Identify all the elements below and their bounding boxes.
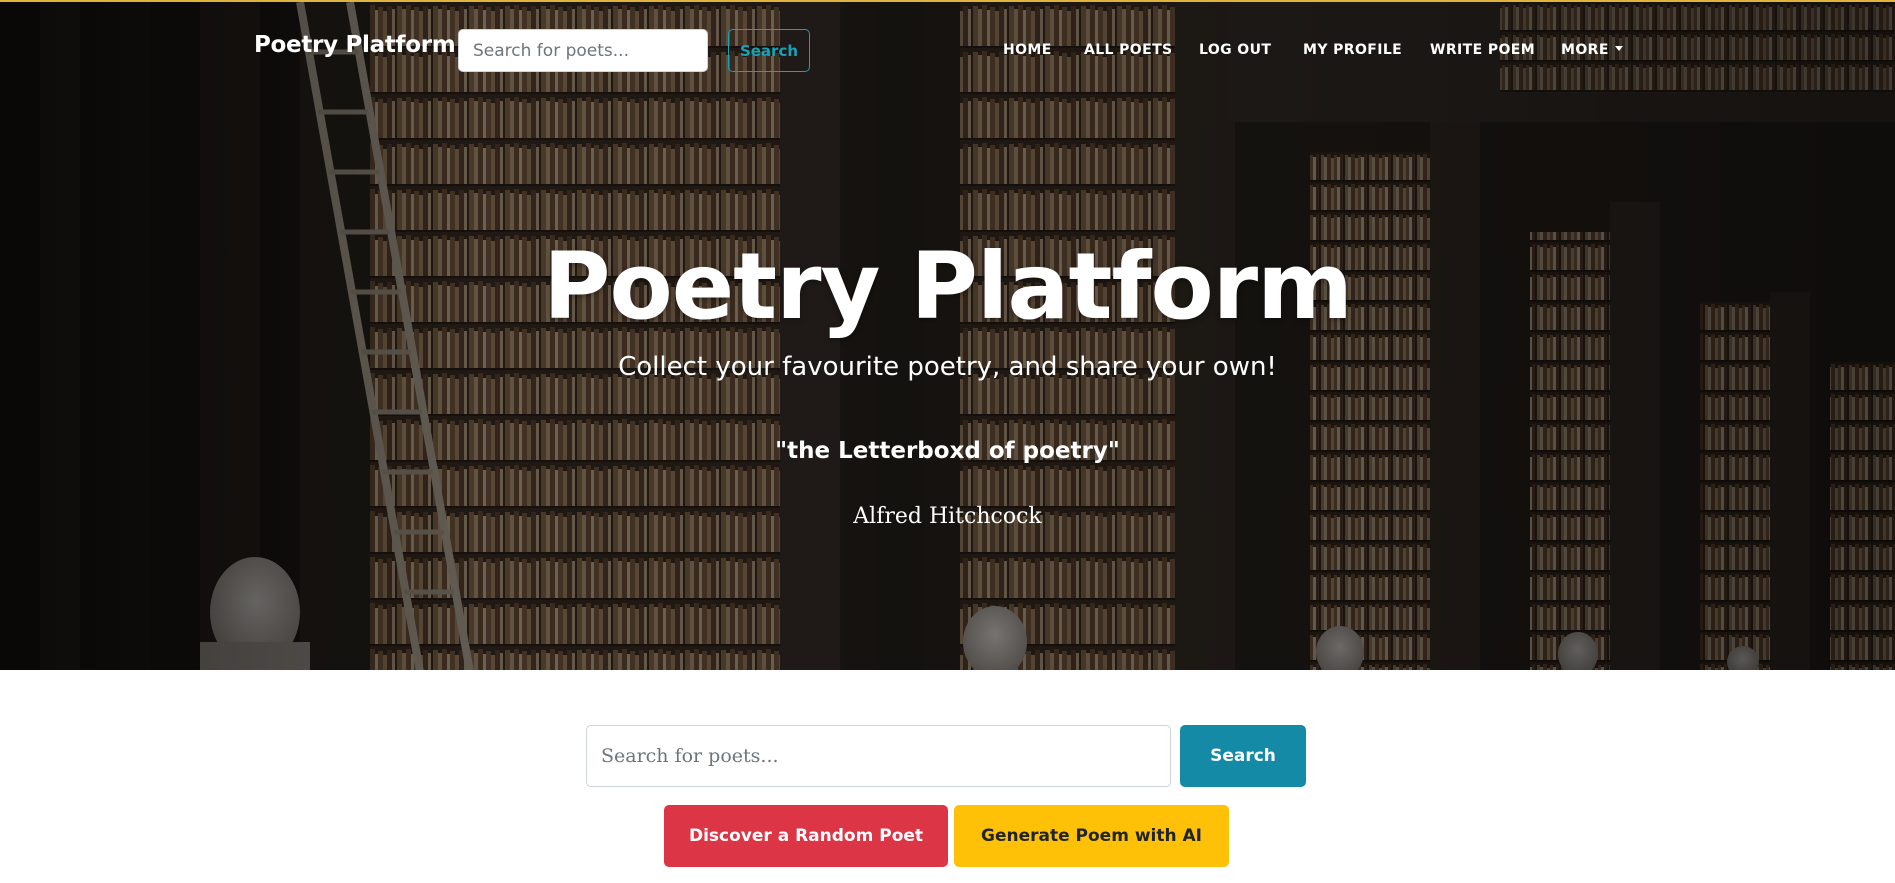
- generate-poem-ai-button[interactable]: Generate Poem with AI: [954, 805, 1229, 867]
- navbar-links: HOME ALL POETS LOG OUT MY PROFILE WRITE …: [0, 42, 1895, 62]
- main-search-input[interactable]: [586, 725, 1171, 787]
- page: Poetry Platform Search HOME ALL POETS LO…: [0, 0, 1895, 883]
- nav-link-home[interactable]: HOME: [1003, 42, 1052, 58]
- nav-link-my-profile[interactable]: MY PROFILE: [1303, 42, 1402, 58]
- main-search-button[interactable]: Search: [1180, 725, 1306, 787]
- nav-dropdown-more[interactable]: MORE: [1561, 42, 1623, 58]
- nav-link-write-poem[interactable]: WRITE POEM: [1430, 42, 1535, 58]
- caret-down-icon: [1614, 46, 1623, 51]
- nav-link-all-poets[interactable]: ALL POETS: [1084, 42, 1173, 58]
- hero-title: Poetry Platform: [543, 233, 1353, 340]
- nav-dropdown-more-label: MORE: [1561, 42, 1609, 58]
- discover-random-poet-button[interactable]: Discover a Random Poet: [664, 805, 948, 867]
- nav-link-log-out[interactable]: LOG OUT: [1199, 42, 1271, 58]
- hero-quote: "the Letterboxd of poetry": [775, 438, 1120, 464]
- hero-section: Poetry Platform Search HOME ALL POETS LO…: [0, 0, 1895, 670]
- hero-subtitle: Collect your favourite poetry, and share…: [618, 352, 1277, 382]
- hero-quote-author: Alfred Hitchcock: [853, 504, 1042, 529]
